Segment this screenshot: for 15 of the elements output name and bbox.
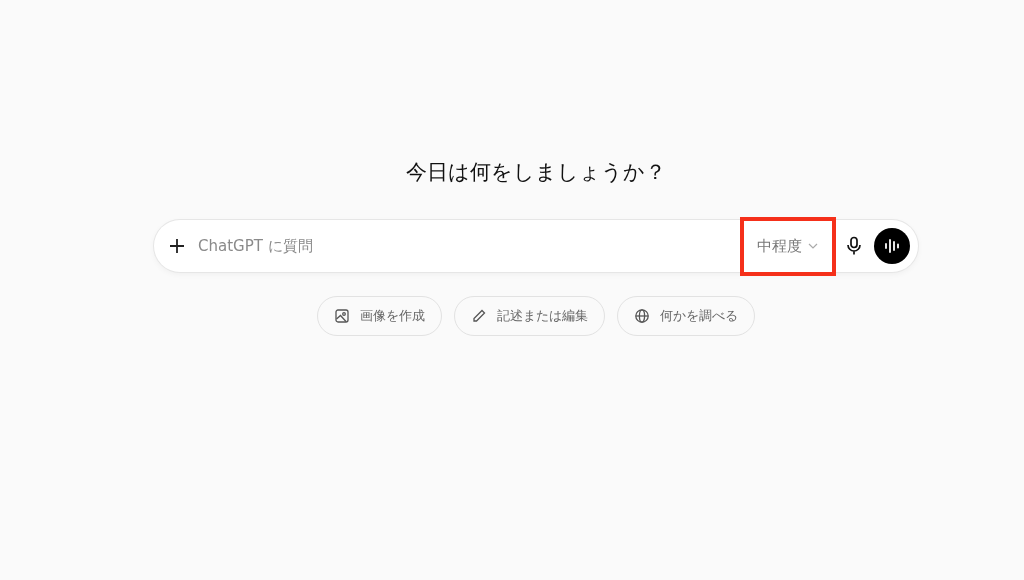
chevron-icon — [808, 243, 818, 249]
page-heading: 今日は何をしましょうか？ — [406, 159, 666, 186]
plus-icon — [168, 237, 186, 255]
model-dropdown[interactable]: 中程度 — [747, 230, 828, 262]
globe-icon — [634, 308, 650, 324]
suggestion-chip[interactable]: 記述または編集 — [454, 296, 605, 336]
suggestion-chip[interactable]: 画像を作成 — [317, 296, 442, 336]
add-button[interactable] — [168, 237, 186, 255]
suggestion-chip[interactable]: 何かを調べる — [617, 296, 755, 336]
microphone-button[interactable] — [846, 236, 862, 256]
microphone-icon — [846, 236, 862, 256]
waveform-icon — [883, 237, 901, 255]
voice-mode-button[interactable] — [874, 228, 910, 264]
pencil-icon — [471, 308, 487, 324]
image-icon — [334, 308, 350, 324]
